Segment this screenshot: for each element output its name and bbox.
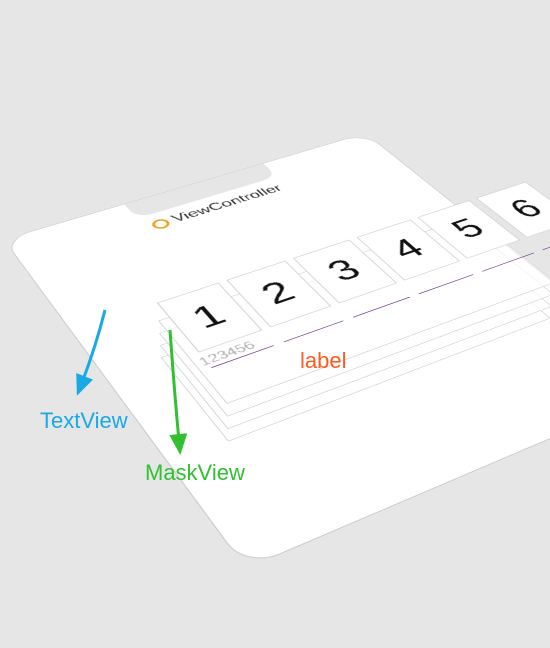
layer-stack: 123456 1 2 3 4 5 6 — [160, 251, 547, 440]
digit-underline — [542, 232, 550, 250]
sun-icon — [149, 217, 172, 230]
phone-frame: ViewController 123456 1 2 3 4 5 6 — [3, 133, 550, 569]
scene-3d: ViewController 123456 1 2 3 4 5 6 — [0, 53, 550, 648]
